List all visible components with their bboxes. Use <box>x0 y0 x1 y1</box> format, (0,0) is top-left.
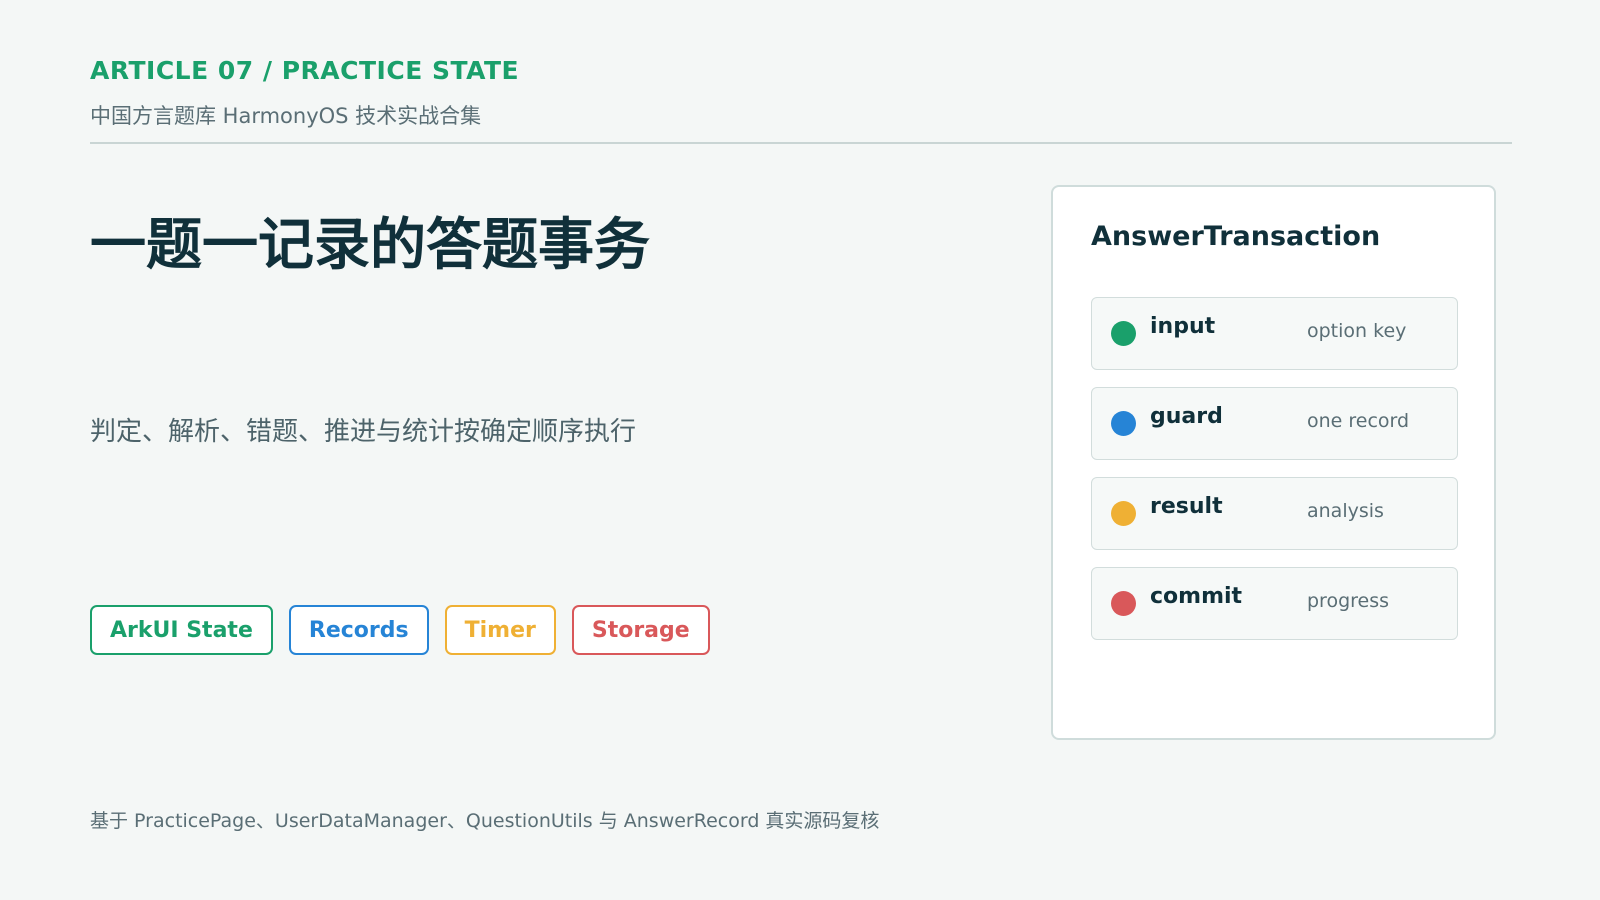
tag-storage: Storage <box>571 605 710 655</box>
status-dot-icon <box>1111 591 1136 616</box>
tag-records: Records <box>288 605 429 655</box>
status-dot-icon <box>1111 501 1136 526</box>
tag-arkui-state: ArkUI State <box>90 605 273 655</box>
lead-text: 判定、解析、错题、推进与统计按确定顺序执行 <box>90 417 637 447</box>
step-row-result: result analysis <box>1091 477 1458 550</box>
step-row-commit: commit progress <box>1091 567 1458 640</box>
panel-title: AnswerTransaction <box>1091 221 1381 252</box>
source-footnote: 基于 PracticePage、UserDataManager、Question… <box>90 810 880 832</box>
step-name: commit <box>1150 584 1243 609</box>
step-description: progress <box>1307 590 1390 612</box>
tag-timer: Timer <box>444 605 556 655</box>
step-description: option key <box>1307 320 1407 342</box>
article-eyebrow: ARTICLE 07 / PRACTICE STATE <box>90 56 520 85</box>
step-description: one record <box>1307 410 1410 432</box>
page-title: 一题一记录的答题事务 <box>90 213 650 278</box>
step-description: analysis <box>1307 500 1384 522</box>
tag-list: ArkUI State Records Timer Storage <box>90 605 710 655</box>
step-name: guard <box>1150 404 1223 429</box>
step-name: result <box>1150 494 1223 519</box>
step-row-guard: guard one record <box>1091 387 1458 460</box>
header-divider <box>90 142 1512 144</box>
transaction-panel: AnswerTransaction input option key guard… <box>1051 185 1496 740</box>
step-name: input <box>1150 314 1216 339</box>
series-subtitle: 中国方言题库 HarmonyOS 技术实战合集 <box>90 104 482 128</box>
step-row-input: input option key <box>1091 297 1458 370</box>
status-dot-icon <box>1111 321 1136 346</box>
status-dot-icon <box>1111 411 1136 436</box>
